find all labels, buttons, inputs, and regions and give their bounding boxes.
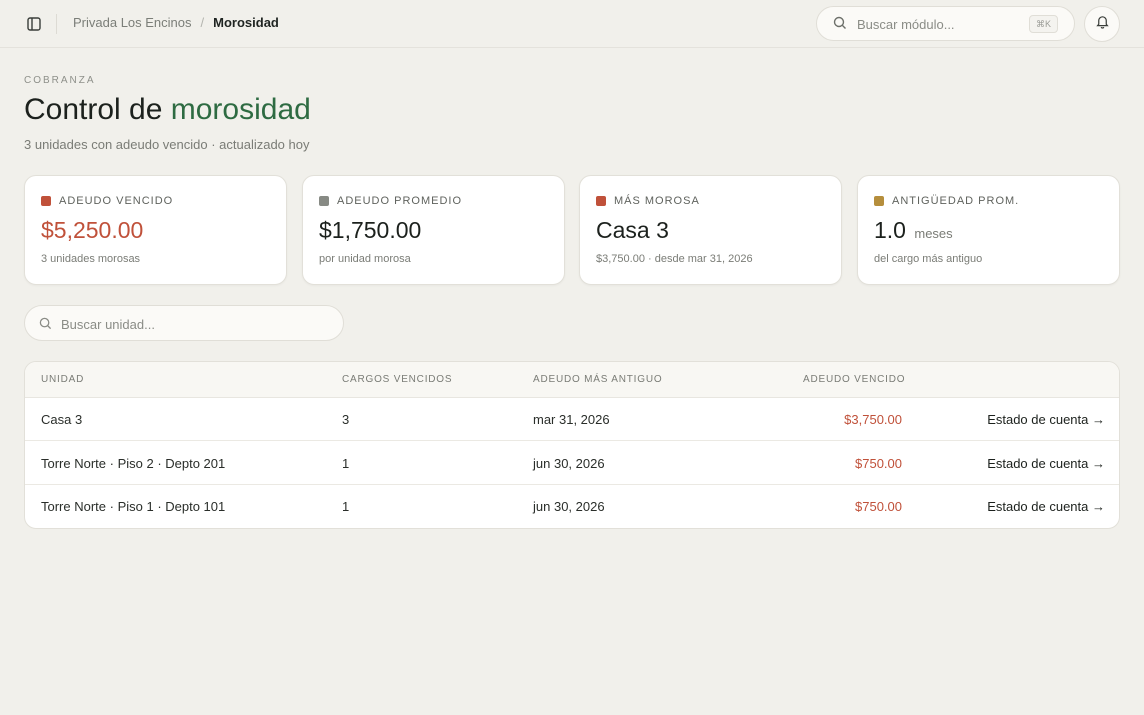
column-header-cargos: CARGOS VENCIDOS [342, 374, 453, 385]
column-header-antiguo: ADEUDO MÁS ANTIGUO [533, 374, 663, 385]
column-header-unidad: UNIDAD [41, 374, 85, 385]
table-header: UNIDAD CARGOS VENCIDOS ADEUDO MÁS ANTIGU… [25, 362, 1119, 398]
cell-unit: Casa 3 [41, 412, 83, 427]
bell-icon [1095, 14, 1110, 34]
cell-amount: $3,750.00 [844, 412, 902, 427]
cell-oldest: jun 30, 2026 [533, 456, 605, 471]
cell-charges: 3 [342, 412, 350, 427]
kpi-value-text: 1.0 [874, 217, 906, 243]
unit-search-input[interactable] [61, 315, 331, 333]
kpi-value-text: $1,750.00 [319, 217, 422, 243]
search-icon [833, 16, 847, 35]
cell-charges: 1 [342, 456, 350, 471]
cell-unit: Torre Norte · Piso 2 · Depto 201 [41, 456, 226, 471]
breadcrumb-current: Morosidad [213, 15, 279, 30]
sidebar-toggle-icon[interactable] [24, 14, 44, 34]
cell-unit: Torre Norte · Piso 1 · Depto 101 [41, 499, 226, 514]
shortcut-badge: ⌘K [1028, 15, 1058, 33]
table-row: Casa 3 3 mar 31, 2026 $3,750.00 Estado d… [25, 398, 1119, 441]
status-dot [319, 196, 329, 206]
top-bar: Privada Los Encinos / Morosidad ⌘K [0, 0, 1144, 48]
account-statement-link[interactable]: Estado de cuenta → [987, 412, 1105, 427]
kpi-label: ANTIGÜEDAD PROM. [892, 195, 1020, 207]
kpi-value: 1.0 meses [874, 217, 953, 244]
breadcrumb: Privada Los Encinos / Morosidad [73, 15, 279, 30]
account-statement-link[interactable]: Estado de cuenta → [987, 499, 1105, 514]
kpi-card-adeudo-promedio: ADEUDO PROMEDIO $1,750.00 por unidad mor… [302, 175, 565, 285]
cell-amount: $750.00 [855, 456, 902, 471]
notifications-button[interactable] [1084, 6, 1120, 42]
kpi-label: MÁS MOROSA [614, 195, 700, 207]
column-header-adeudo: ADEUDO VENCIDO [803, 374, 906, 385]
page-subtitle: 3 unidades con adeudo vencido · actualiz… [24, 137, 310, 152]
kpi-value-text: Casa 3 [596, 217, 669, 243]
kpi-value: $5,250.00 [41, 217, 143, 244]
page-title: Control de morosidad [24, 93, 311, 127]
kpi-unit: meses [914, 226, 953, 241]
page-title-main: Control de [24, 93, 171, 126]
kpi-label: ADEUDO PROMEDIO [337, 195, 463, 207]
unit-search [24, 305, 344, 341]
cell-oldest: jun 30, 2026 [533, 499, 605, 514]
status-dot [596, 196, 606, 206]
breadcrumb-parent-link[interactable]: Privada Los Encinos [73, 15, 192, 30]
delinquency-table: UNIDAD CARGOS VENCIDOS ADEUDO MÁS ANTIGU… [24, 361, 1120, 529]
breadcrumb-separator: / [200, 15, 205, 30]
status-dot [41, 196, 51, 206]
kpi-label: ADEUDO VENCIDO [59, 195, 174, 207]
search-icon [39, 317, 52, 335]
kpi-note: 3 unidades morosas [41, 253, 141, 265]
section-eyebrow: COBRANZA [24, 75, 96, 86]
status-dot [874, 196, 884, 206]
module-search-input[interactable] [857, 15, 1027, 33]
kpi-card-adeudo-vencido: ADEUDO VENCIDO $5,250.00 3 unidades moro… [24, 175, 287, 285]
cell-oldest: mar 31, 2026 [533, 412, 610, 427]
module-search: ⌘K [816, 6, 1075, 41]
kpi-note: $3,750.00 · desde mar 31, 2026 [596, 253, 753, 265]
kpi-note: por unidad morosa [319, 253, 411, 265]
kpi-note: del cargo más antiguo [874, 253, 983, 265]
cell-amount: $750.00 [855, 499, 902, 514]
table-row: Torre Norte · Piso 1 · Depto 101 1 jun 3… [25, 485, 1119, 528]
table-row: Torre Norte · Piso 2 · Depto 201 1 jun 3… [25, 442, 1119, 485]
kpi-value-text: $5,250.00 [41, 217, 144, 243]
account-statement-link[interactable]: Estado de cuenta → [987, 456, 1105, 471]
kpi-card-mas-morosa: MÁS MOROSA Casa 3 $3,750.00 · desde mar … [579, 175, 842, 285]
kpi-card-antiguedad: ANTIGÜEDAD PROM. 1.0 meses del cargo más… [857, 175, 1120, 285]
topbar-divider [56, 14, 57, 34]
page-title-accent: morosidad [170, 93, 311, 126]
kpi-value: $1,750.00 [319, 217, 421, 244]
kpi-value: Casa 3 [596, 217, 669, 244]
cell-charges: 1 [342, 499, 350, 514]
